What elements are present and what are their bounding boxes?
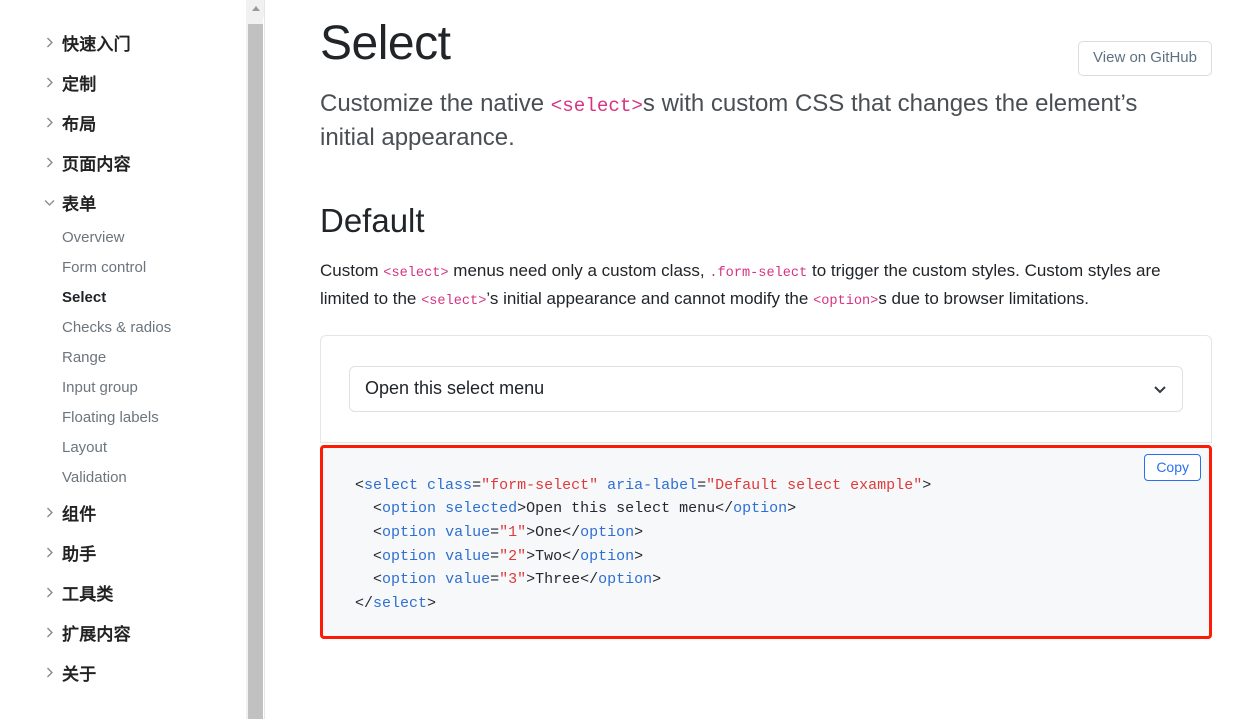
sidebar-group-4[interactable]: 表单 — [0, 182, 247, 222]
scroll-up-arrow-icon[interactable] — [247, 0, 264, 17]
select-input[interactable]: Open this select menu — [349, 365, 1183, 412]
sidebar-group-label: 工具类 — [62, 584, 114, 604]
chevron-right-icon — [42, 35, 56, 49]
page-root: 快速入门定制布局页面内容表单 Overview Form control Select… — [0, 0, 1252, 719]
sidebar-nav-list: 快速入门定制布局页面内容表单 Overview Form control Select… — [0, 22, 247, 692]
body-text-1: Custom — [320, 260, 384, 280]
sidebar-scrollbar-thumb[interactable] — [248, 24, 263, 719]
sidebar-group-1[interactable]: 定制 — [0, 62, 247, 102]
sidebar-group-label: 页面内容 — [62, 154, 131, 174]
sidebar-item-form-control[interactable]: Form control — [0, 252, 247, 282]
lead-paragraph: Customize the native <select>s with cust… — [320, 87, 1150, 155]
sidebar-item-label: Overview — [62, 228, 125, 246]
sidebar-group-label: 助手 — [62, 544, 97, 564]
sidebar-item-label: Checks & radios — [62, 318, 172, 336]
sidebar-group-label: 组件 — [62, 504, 97, 524]
section-body-default: Custom <select> menus need only a custom… — [320, 257, 1200, 313]
code-block: Copy <select class="form-select" aria-la… — [320, 444, 1212, 639]
chevron-right-icon — [42, 625, 56, 639]
sidebar-item-label: Input group — [62, 378, 138, 396]
sidebar-group-18[interactable]: 关于 — [0, 652, 247, 692]
sidebar-item-overview[interactable]: Overview — [0, 222, 247, 252]
sidebar-item-select[interactable]: Select — [0, 282, 247, 312]
sidebar-group-16[interactable]: 工具类 — [0, 572, 247, 612]
sidebar-item-checks-radios[interactable]: Checks & radios — [0, 312, 247, 342]
view-on-github-button[interactable]: View on GitHub — [1078, 41, 1212, 76]
code-snippet: <select class="form-select" aria-label="… — [355, 476, 932, 613]
sidebar-group-label: 定制 — [62, 74, 97, 94]
sidebar-scrollbar[interactable] — [246, 0, 264, 719]
chevron-right-icon — [42, 545, 56, 559]
sidebar-group-2[interactable]: 布局 — [0, 102, 247, 142]
chevron-right-icon — [42, 505, 56, 519]
sidebar-item-label: Validation — [62, 468, 127, 486]
sidebar-item-label: Layout — [62, 438, 108, 456]
sidebar-item-label: Select — [62, 288, 107, 306]
body-text-2: menus need only a custom class, — [448, 260, 710, 280]
chevron-down-icon — [42, 195, 56, 209]
example-preview-box: Open this select menu — [320, 334, 1212, 443]
sidebar-item-label: Range — [62, 348, 107, 366]
chevron-right-icon — [42, 75, 56, 89]
sidebar-group-label: 快速入门 — [62, 34, 131, 54]
section-heading-default: Default — [320, 201, 425, 239]
chevron-right-icon — [42, 155, 56, 169]
sidebar-group-label: 表单 — [62, 194, 97, 214]
main-content: Select View on GitHub Customize the nati… — [265, 0, 1252, 719]
sidebar-group-17[interactable]: 扩展内容 — [0, 612, 247, 652]
body-text-5: s due to browser limitations. — [878, 288, 1090, 308]
lead-text-part1: Customize the native — [320, 89, 551, 117]
sidebar-group-15[interactable]: 助手 — [0, 532, 247, 572]
sidebar-group-label: 布局 — [62, 114, 97, 134]
inline-code-select-2: <select> — [421, 293, 487, 309]
sidebar-item-layout[interactable]: Layout — [0, 432, 247, 462]
sidebar: 快速入门定制布局页面内容表单 Overview Form control Select… — [0, 0, 265, 719]
chevron-right-icon — [42, 585, 56, 599]
sidebar-item-range[interactable]: Range — [0, 342, 247, 372]
inline-code-select-1: <select> — [383, 265, 449, 281]
sidebar-group-0[interactable]: 快速入门 — [0, 22, 247, 62]
body-text-4: ’s initial appearance and cannot modify … — [486, 288, 814, 308]
sidebar-scroll-area: 快速入门定制布局页面内容表单 Overview Form control Select… — [0, 0, 247, 719]
page-header: Select View on GitHub — [320, 0, 1212, 76]
sidebar-group-14[interactable]: 组件 — [0, 492, 247, 532]
chevron-down-icon — [1152, 381, 1168, 397]
sidebar-item-label: Form control — [62, 258, 147, 276]
copy-button[interactable]: Copy — [1144, 453, 1201, 482]
scroll-up-arrow-glyph — [251, 6, 260, 11]
sidebar-group-label: 扩展内容 — [62, 624, 131, 644]
inline-code-select: <select> — [550, 94, 643, 117]
sidebar-group-3[interactable]: 页面内容 — [0, 142, 247, 182]
sidebar-item-floating-labels[interactable]: Floating labels — [0, 402, 247, 432]
chevron-right-icon — [42, 665, 56, 679]
select-selected-value: Open this select menu — [365, 378, 545, 399]
inline-code-form-select: .form-select — [709, 265, 808, 281]
inline-code-option: <option> — [813, 293, 879, 309]
sidebar-item-label: Floating labels — [62, 408, 159, 426]
chevron-right-icon — [42, 115, 56, 129]
sidebar-group-label: 关于 — [62, 664, 97, 684]
sidebar-item-input-group[interactable]: Input group — [0, 372, 247, 402]
sidebar-item-validation[interactable]: Validation — [0, 462, 247, 492]
